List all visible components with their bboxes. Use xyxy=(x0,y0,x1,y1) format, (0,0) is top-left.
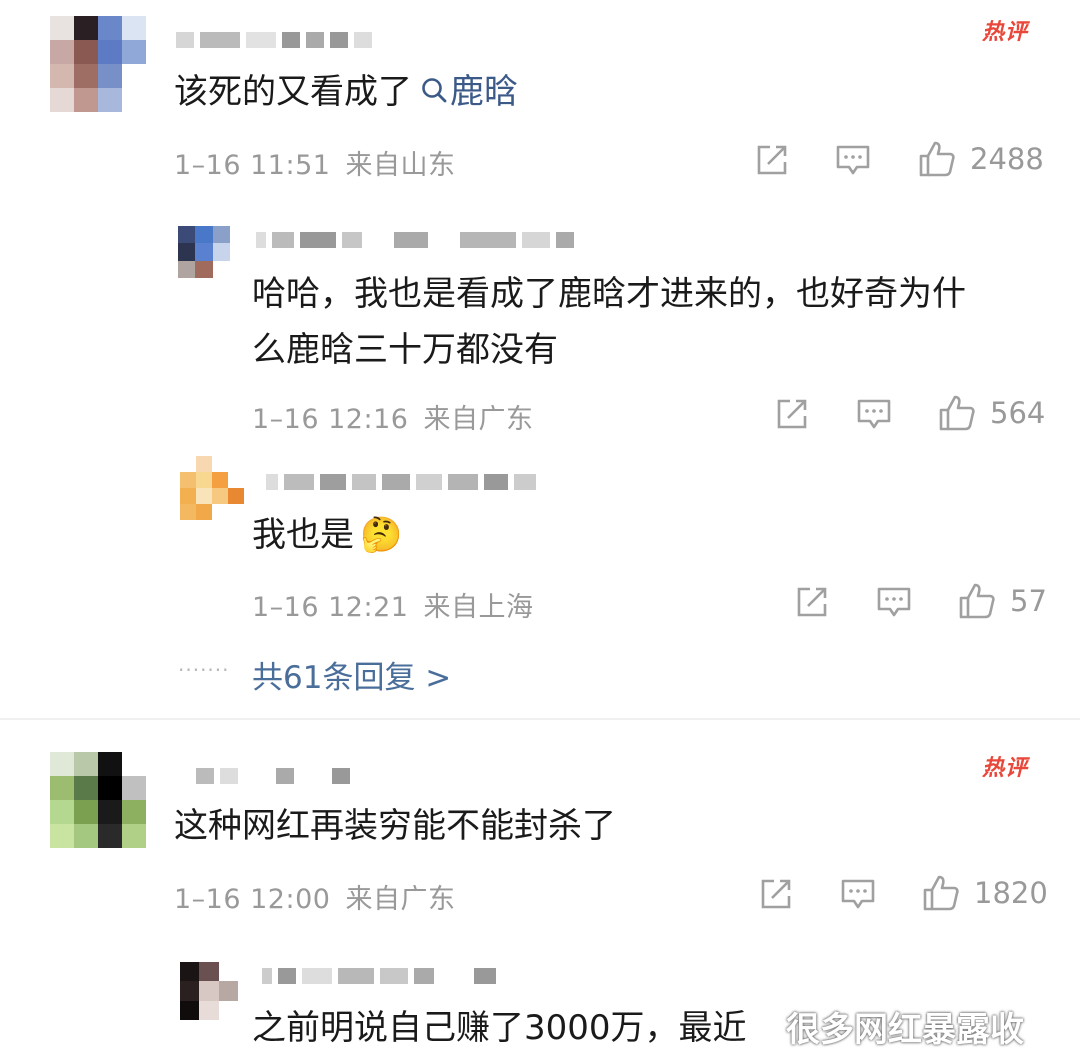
avatar[interactable] xyxy=(50,16,146,112)
comment-icon xyxy=(841,879,875,909)
reply-text-line: 哈哈，我也是看成了鹿晗才进来的，也好奇为什 xyxy=(252,274,966,314)
avatar[interactable] xyxy=(180,962,238,1020)
share-icon xyxy=(797,587,827,617)
like-count: 2488 xyxy=(970,142,1044,176)
more-replies-link[interactable]: 共61条回复 > xyxy=(252,652,451,697)
comment-meta: 1–16 12:00 来自广东 xyxy=(174,877,456,916)
reply-text-line: 么鹿晗三十万都没有 xyxy=(252,330,558,370)
username-blurred[interactable] xyxy=(176,32,372,48)
avatar[interactable] xyxy=(50,752,146,848)
share-icon xyxy=(761,879,791,909)
reply-meta: 1–16 12:16 来自广东 xyxy=(252,397,534,436)
share-button[interactable] xyxy=(774,396,810,432)
comment-text-content: 该死的又看成了 xyxy=(174,72,412,112)
share-icon xyxy=(757,145,787,175)
thumbs-up-icon xyxy=(919,141,955,177)
reply-text-content: 我也是 xyxy=(252,515,354,555)
search-link-text: 鹿晗 xyxy=(450,72,518,112)
reply-text: 我也是 🤔 xyxy=(252,507,402,563)
comment-icon xyxy=(877,587,911,617)
location: 来自广东 xyxy=(423,404,534,435)
thumbs-up-icon xyxy=(923,875,959,911)
divider xyxy=(0,718,1080,720)
location: 来自山东 xyxy=(345,150,456,181)
location: 来自广东 xyxy=(345,884,456,915)
avatar[interactable] xyxy=(180,456,244,520)
like-button[interactable]: 1820 xyxy=(922,874,1048,912)
comment-button[interactable] xyxy=(876,584,912,620)
thinking-emoji: 🤔 xyxy=(360,515,403,555)
comment-text: 这种网红再装穷能不能封杀了 xyxy=(174,806,616,846)
reply-text: 哈哈，我也是看成了鹿晗才进来的，也好奇为什 么鹿晗三十万都没有 xyxy=(252,266,966,378)
comment-button[interactable] xyxy=(856,396,892,432)
username-blurred[interactable] xyxy=(256,232,574,248)
location: 来自上海 xyxy=(423,592,534,623)
username-blurred[interactable] xyxy=(266,474,536,490)
like-count: 564 xyxy=(990,396,1046,430)
comment-text: 该死的又看成了 鹿晗 xyxy=(174,64,518,120)
username-blurred[interactable] xyxy=(196,768,350,784)
watermark: 很多网红暴露收 xyxy=(786,1010,1024,1050)
timestamp: 1–16 11:51 xyxy=(174,150,331,181)
timestamp: 1–16 12:21 xyxy=(252,592,409,623)
like-count: 1820 xyxy=(974,876,1048,910)
comment-icon xyxy=(857,399,891,429)
avatar[interactable] xyxy=(178,226,230,278)
search-link[interactable]: 鹿晗 xyxy=(412,72,518,112)
comment-meta: 1–16 11:51 来自山东 xyxy=(174,143,456,182)
hot-comment-badge: 热评 xyxy=(982,20,1029,45)
thumbs-up-icon xyxy=(959,583,995,619)
reply-text: 之前明说自己赚了3000万，最近 xyxy=(252,1008,747,1048)
more-replies-dots: ······· xyxy=(178,658,230,682)
share-icon xyxy=(777,399,807,429)
hot-comment-badge: 热评 xyxy=(982,756,1029,781)
share-button[interactable] xyxy=(794,584,830,620)
like-button[interactable]: 564 xyxy=(938,394,1045,432)
share-button[interactable] xyxy=(754,142,790,178)
timestamp: 1–16 12:00 xyxy=(174,884,331,915)
comment-button[interactable] xyxy=(840,876,876,912)
like-button[interactable]: 57 xyxy=(958,582,1047,620)
like-count: 57 xyxy=(1010,584,1047,618)
username-blurred[interactable] xyxy=(262,968,496,984)
reply-meta: 1–16 12:21 来自上海 xyxy=(252,585,534,624)
thumbs-up-icon xyxy=(939,395,975,431)
search-icon xyxy=(422,78,447,103)
share-button[interactable] xyxy=(758,876,794,912)
comment-icon xyxy=(836,145,870,175)
like-button[interactable]: 2488 xyxy=(918,140,1044,178)
timestamp: 1–16 12:16 xyxy=(252,404,409,435)
comment-button[interactable] xyxy=(835,142,871,178)
